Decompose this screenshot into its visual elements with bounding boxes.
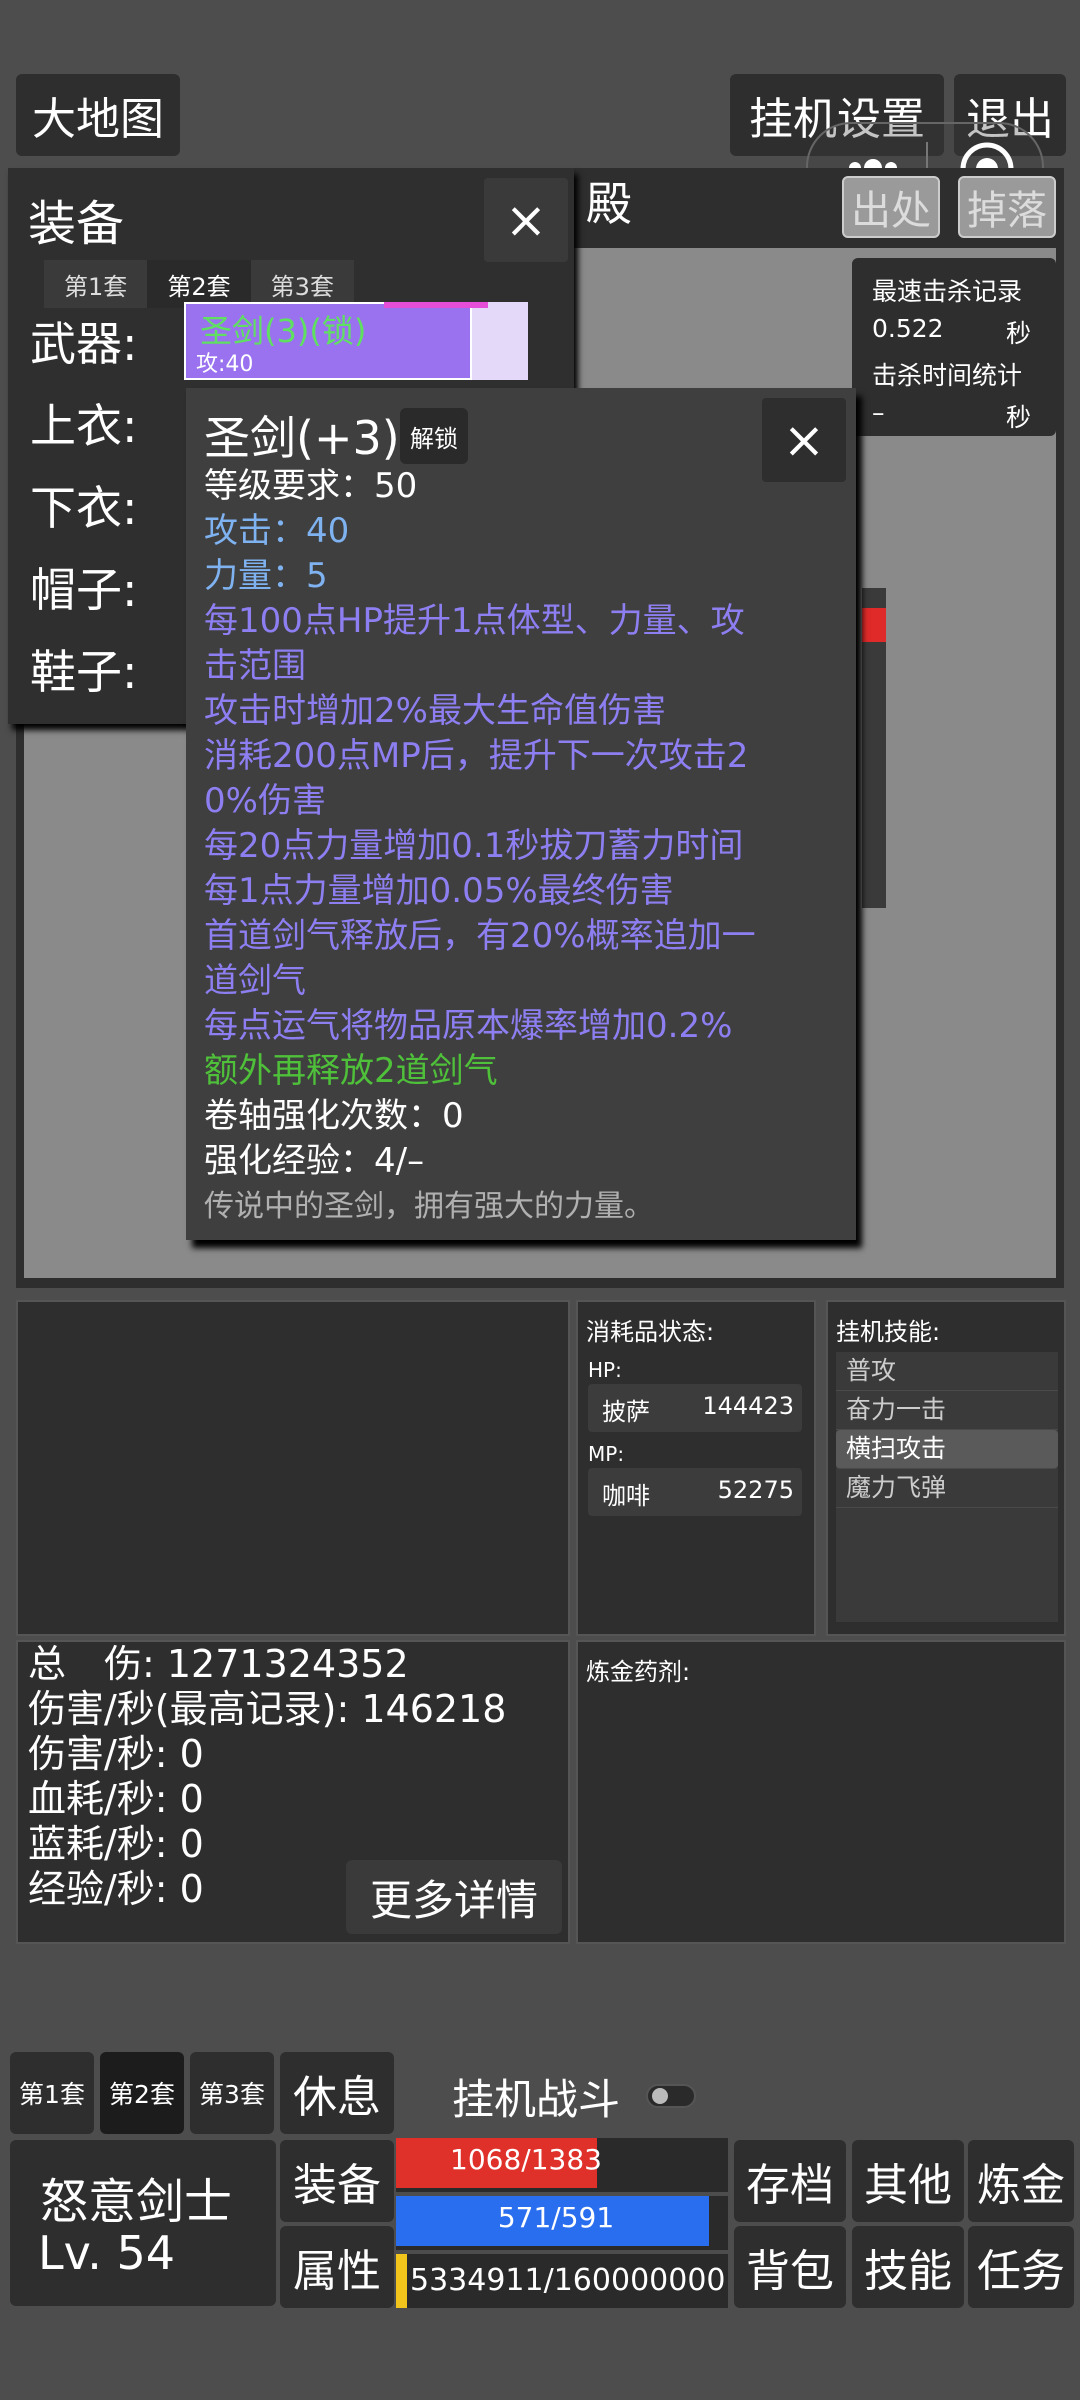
skill-item[interactable]: 魔力飞弹	[836, 1469, 1058, 1508]
hp-label: HP:	[588, 1358, 622, 1382]
set-tab-3[interactable]: 第3套	[190, 2052, 274, 2134]
stat-value: –	[872, 398, 885, 427]
other-button[interactable]: 其他	[852, 2140, 964, 2222]
world-map-button[interactable]: 大地图	[16, 74, 180, 156]
map-title: 殿	[586, 177, 632, 231]
xp-bar-text: 5334911/160000000	[410, 2263, 726, 2298]
skill-item[interactable]: 横扫攻击	[836, 1430, 1058, 1469]
mp-potion-slot[interactable]: 咖啡 52275	[588, 1468, 802, 1516]
record-unit: 秒	[1006, 319, 1032, 348]
slot-hat-label: 帽子:	[30, 563, 138, 617]
mp-item-name: 咖啡	[602, 1482, 650, 1510]
skill-item[interactable]: 奋力一击	[836, 1391, 1058, 1430]
mp-item-count: 52275	[717, 1476, 794, 1504]
item-attribute-line: 0%伤害	[204, 781, 326, 821]
item-attribute-line: 每100点HP提升1点体型、力量、攻	[204, 601, 745, 641]
quest-button[interactable]: 任务	[968, 2226, 1074, 2308]
equip-tab-3[interactable]: 第3套	[251, 260, 354, 308]
mp-bar-text: 571/591	[497, 2201, 615, 2234]
battle-log-panel	[16, 1300, 570, 1636]
item-attribute-line: 传说中的圣剑，拥有强大的力量。	[204, 1189, 654, 1224]
character-name: 怒意剑士	[40, 2174, 233, 2230]
save-button[interactable]: 存档	[734, 2140, 846, 2222]
item-attribute-line: 卷轴强化次数：0	[204, 1096, 464, 1136]
slot-weapon-label: 武器:	[30, 317, 138, 371]
xp-bar-fill	[396, 2254, 407, 2308]
item-attribute-line: 额外再释放2道剑气	[204, 1051, 498, 1091]
item-name: 圣剑(+3)	[204, 411, 400, 465]
stat-line: 总 伤: 1271324352	[28, 1642, 409, 1686]
equip-set-tabs: 第1套 第2套 第3套	[44, 260, 354, 308]
consumables-panel: 消耗品状态: HP: 披萨 144423 MP: 咖啡 52275	[576, 1300, 816, 1636]
item-attribute-line: 每1点力量增加0.05%最终伤害	[204, 871, 674, 911]
skills-title: 挂机技能:	[836, 1318, 941, 1346]
stat-unit: 秒	[1006, 403, 1032, 432]
item-attribute-line: 首道剑气释放后，有20%概率追加一	[204, 916, 756, 956]
hp-item-name: 披萨	[602, 1398, 650, 1426]
stat-title: 击杀时间统计	[872, 361, 1023, 390]
character-card[interactable]: 怒意剑士 Lv. 54	[10, 2140, 276, 2306]
unlock-button[interactable]: 解锁	[400, 408, 468, 464]
weapon-attack: 攻:40	[196, 352, 254, 377]
set-tab-2[interactable]: 第2套	[100, 2052, 184, 2134]
set-tab-1[interactable]: 第1套	[10, 2052, 94, 2134]
equip-tab-1[interactable]: 第1套	[44, 260, 147, 308]
slot-bottom-label: 下衣:	[30, 481, 138, 535]
slot-shoes-label: 鞋子:	[30, 645, 138, 699]
item-attribute-line: 攻击：40	[204, 511, 350, 551]
skill-button[interactable]: 技能	[852, 2226, 964, 2308]
equipment-title: 装备	[28, 196, 125, 252]
record-title: 最速击杀记录	[872, 277, 1023, 306]
item-attribute-line: 强化经验：4/–	[204, 1141, 425, 1181]
record-value: 0.522	[872, 314, 944, 343]
mp-bar: 571/591	[396, 2196, 728, 2250]
auto-skills-panel: 挂机技能: 普攻 奋力一击 横扫攻击 魔力飞弹	[826, 1300, 1066, 1636]
item-attribute-list: 等级要求：50 攻击：40 力量：5 每100点HP提升1点体型、力量、攻 击范围攻击时…	[204, 464, 844, 1229]
alchemy-panel: 炼金药剂:	[576, 1640, 1066, 1944]
equipment-button[interactable]: 装备	[280, 2140, 394, 2222]
item-attribute-line: 等级要求：50	[204, 466, 418, 506]
weapon-slot[interactable]: 圣剑(3)(锁) 攻:40	[184, 302, 528, 380]
alchemy-title: 炼金药剂:	[586, 1658, 691, 1686]
source-button[interactable]: 出处	[842, 176, 940, 238]
mp-label: MP:	[588, 1442, 625, 1466]
auto-battle-label: 挂机战斗	[452, 2075, 621, 2124]
map-scrollbar[interactable]	[862, 588, 886, 908]
stats-panel: 总 伤: 1271324352 伤害/秒(最高记录): 146218 伤害/秒: 0…	[16, 1640, 570, 1944]
kill-record-box: 最速击杀记录 0.522 秒 击杀时间统计 – 秒	[852, 258, 1056, 436]
item-attribute-line: 击范围	[204, 646, 306, 686]
stat-line: 伤害/秒: 0	[28, 1732, 204, 1776]
consumables-title: 消耗品状态:	[586, 1318, 715, 1346]
item-attribute-line: 每20点力量增加0.1秒拔刀蓄力时间	[204, 826, 744, 866]
rest-button[interactable]: 休息	[280, 2052, 394, 2134]
bag-button[interactable]: 背包	[734, 2226, 846, 2308]
equip-tab-2[interactable]: 第2套	[147, 260, 251, 308]
item-attribute-line: 力量：5	[204, 556, 328, 596]
item-attribute-line: 道剑气	[204, 961, 306, 1001]
skill-item[interactable]: 普攻	[836, 1352, 1058, 1391]
skills-list: 普攻 奋力一击 横扫攻击 魔力飞弹	[836, 1352, 1058, 1622]
alchemy-button[interactable]: 炼金	[968, 2140, 1074, 2222]
more-details-button[interactable]: 更多详情	[346, 1860, 562, 1934]
hp-potion-slot[interactable]: 披萨 144423	[588, 1384, 802, 1432]
equipment-close-button[interactable]: ×	[484, 178, 568, 262]
item-attribute-line: 每点运气将物品原本爆率增加0.2%	[204, 1006, 733, 1046]
item-attribute-line: 消耗200点MP后，提升下一次攻击2	[204, 736, 749, 776]
stat-line: 血耗/秒: 0	[28, 1777, 204, 1821]
item-attribute-line: 攻击时增加2%最大生命值伤害	[204, 691, 666, 731]
hp-bar: 1068/1383	[396, 2138, 728, 2192]
drop-button[interactable]: 掉落	[958, 176, 1056, 238]
character-level: Lv. 54	[38, 2226, 176, 2280]
stat-line: 伤害/秒(最高记录): 146218	[28, 1687, 507, 1731]
attributes-button[interactable]: 属性	[280, 2226, 394, 2308]
hp-bar-text: 1068/1383	[450, 2143, 602, 2176]
xp-bar: 5334911/160000000	[396, 2254, 728, 2308]
item-detail-popup: 圣剑(+3) 解锁 × 等级要求：50 攻击：40 力量：5 每100点HP提升1点体…	[186, 388, 856, 1240]
slot-top-label: 上衣:	[30, 399, 138, 453]
hp-item-count: 144423	[702, 1392, 794, 1420]
auto-battle-toggle[interactable]	[646, 2084, 696, 2108]
